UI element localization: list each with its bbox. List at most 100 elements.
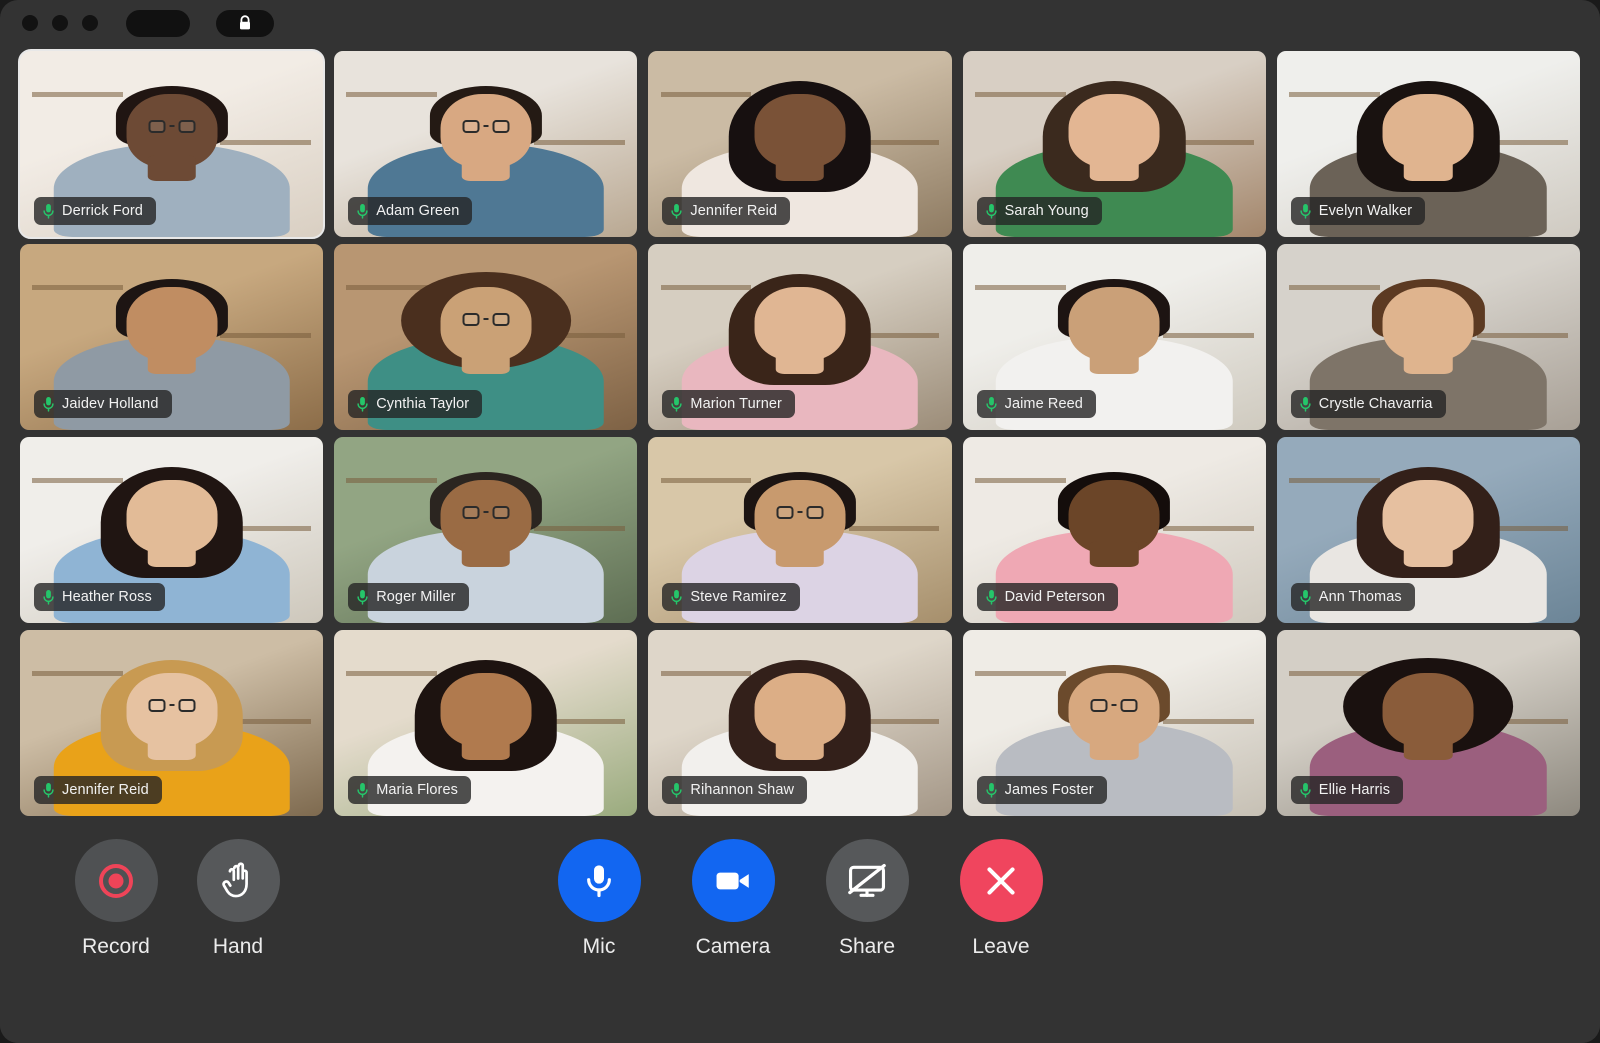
participant-name-badge: Ellie Harris: [1290, 776, 1404, 804]
raise-hand-button-label: Hand: [212, 935, 264, 958]
microphone-icon: [985, 204, 997, 219]
participant-tile[interactable]: Jaidev Holland: [20, 244, 324, 430]
mic-button-circle: [557, 839, 641, 922]
participant-name-badge: Rihannon Shaw: [662, 776, 808, 804]
microphone-icon: [671, 397, 683, 412]
microphone-icon: [357, 204, 368, 219]
glasses-icon: [776, 505, 824, 519]
participant-name-badge: Jennifer Reid: [662, 197, 791, 225]
participant-name: Jennifer Reid: [690, 203, 778, 219]
glasses-icon: [462, 312, 510, 326]
participant-name: Marion Turner: [690, 396, 782, 412]
maximize-window-button[interactable]: [82, 15, 98, 31]
leave-call-button[interactable]: Leave: [953, 839, 1049, 959]
participant-tile[interactable]: Ellie Harris: [1276, 630, 1580, 816]
participant-tile[interactable]: Sarah Young: [962, 51, 1266, 237]
camera-button-circle: [691, 839, 775, 922]
glasses-icon: [148, 698, 196, 712]
participant-name: Adam Green: [376, 203, 460, 219]
participant-tile[interactable]: Jaime Reed: [962, 244, 1266, 430]
record-button[interactable]: Record: [68, 839, 164, 959]
participant-tile[interactable]: Rihannon Shaw: [648, 630, 952, 816]
share-screen-button-label: Share: [838, 935, 896, 958]
mic-button-label: Mic: [582, 935, 616, 958]
participant-tile[interactable]: Maria Flores: [334, 630, 638, 816]
leave-call-button-circle: [959, 839, 1043, 922]
microphone-icon: [43, 783, 54, 798]
minimize-window-button[interactable]: [52, 15, 68, 31]
microphone-icon: [1300, 783, 1311, 798]
raise-hand-button[interactable]: Hand: [190, 839, 286, 959]
call-control-bar: Record Hand Mic Camera Share Leave: [0, 817, 1600, 1043]
participant-tile[interactable]: Steve Ramirez: [648, 437, 952, 623]
screen-share-off-icon: [848, 863, 886, 897]
titlebar: [0, 0, 1600, 46]
lock-pill-button[interactable]: [216, 9, 274, 37]
camera-button[interactable]: Camera: [685, 839, 781, 959]
participant-name-badge: Marion Turner: [662, 390, 795, 418]
close-x-icon: [987, 866, 1015, 895]
participant-name: Jennifer Reid: [62, 782, 149, 798]
video-camera-icon: [716, 872, 749, 889]
participant-name: Roger Miller: [376, 589, 456, 605]
participant-name: Crystle Chavarria: [1318, 396, 1433, 412]
microphone-icon: [985, 397, 997, 412]
microphone-icon: [357, 590, 368, 605]
participant-tile[interactable]: Jennifer Reid: [648, 51, 952, 237]
participant-name-badge: Evelyn Walker: [1290, 197, 1426, 225]
window-traffic-lights[interactable]: [22, 15, 98, 31]
microphone-icon: [357, 397, 368, 412]
participant-name-badge: Cynthia Taylor: [348, 390, 483, 418]
participant-name-badge: Roger Miller: [348, 583, 469, 611]
participant-name-badge: James Foster: [976, 776, 1107, 804]
microphone-icon: [357, 783, 368, 798]
participant-tile[interactable]: Evelyn Walker: [1276, 51, 1580, 237]
raise-hand-button-circle: [196, 839, 280, 922]
participant-name: Ann Thomas: [1318, 589, 1402, 605]
participant-tile[interactable]: Derrick Ford: [17, 49, 326, 239]
video-call-window: Derrick Ford Adam Green Jennifer Reid Sarah…: [0, 0, 1600, 1043]
participant-name-badge: Jaime Reed: [976, 390, 1096, 418]
participant-tile[interactable]: Jennifer Reid: [20, 630, 324, 816]
participant-name-badge: Maria Flores: [348, 776, 471, 804]
participant-name: Heather Ross: [62, 589, 152, 605]
participant-tile[interactable]: Ann Thomas: [1276, 437, 1580, 623]
participant-tile[interactable]: Marion Turner: [648, 244, 952, 430]
participant-tile[interactable]: Cynthia Taylor: [334, 244, 638, 430]
participant-name: Derrick Ford: [62, 203, 143, 219]
microphone-icon: [587, 864, 611, 897]
microphone-icon: [671, 783, 683, 798]
participant-tile[interactable]: Heather Ross: [20, 437, 324, 623]
microphone-icon: [43, 397, 54, 412]
participant-name: Maria Flores: [376, 782, 458, 798]
close-window-button[interactable]: [22, 15, 38, 31]
mic-button[interactable]: Mic: [551, 839, 647, 959]
participant-name-badge: Jennifer Reid: [34, 776, 162, 804]
microphone-icon: [43, 204, 54, 219]
glasses-icon: [148, 119, 196, 133]
participant-name: Jaidev Holland: [62, 396, 159, 412]
microphone-icon: [43, 590, 54, 605]
record-button-label: Record: [82, 935, 150, 958]
titlebar-pill[interactable]: [126, 9, 190, 37]
participant-tile[interactable]: James Foster: [962, 630, 1266, 816]
glasses-icon: [462, 505, 510, 519]
share-screen-button-circle: [825, 839, 909, 922]
participant-name-badge: Ann Thomas: [1290, 583, 1415, 611]
control-group-left: Record Hand: [68, 839, 286, 959]
glasses-icon: [462, 119, 510, 133]
participant-name: Jaime Reed: [1004, 396, 1083, 412]
participant-name: James Foster: [1004, 782, 1094, 798]
participant-name: Sarah Young: [1004, 203, 1089, 219]
participant-tile[interactable]: Crystle Chavarria: [1276, 244, 1580, 430]
participant-name-badge: Jaidev Holland: [34, 390, 172, 418]
participant-name-badge: Adam Green: [348, 197, 473, 225]
participant-tile[interactable]: Roger Miller: [334, 437, 638, 623]
microphone-icon: [1300, 590, 1311, 605]
participant-name-badge: Sarah Young: [976, 197, 1102, 225]
participant-tile[interactable]: Adam Green: [334, 51, 638, 237]
leave-call-button-label: Leave: [972, 935, 1030, 958]
participant-tile[interactable]: David Peterson: [962, 437, 1266, 623]
share-screen-button[interactable]: Share: [819, 839, 915, 959]
camera-button-label: Camera: [695, 935, 771, 958]
